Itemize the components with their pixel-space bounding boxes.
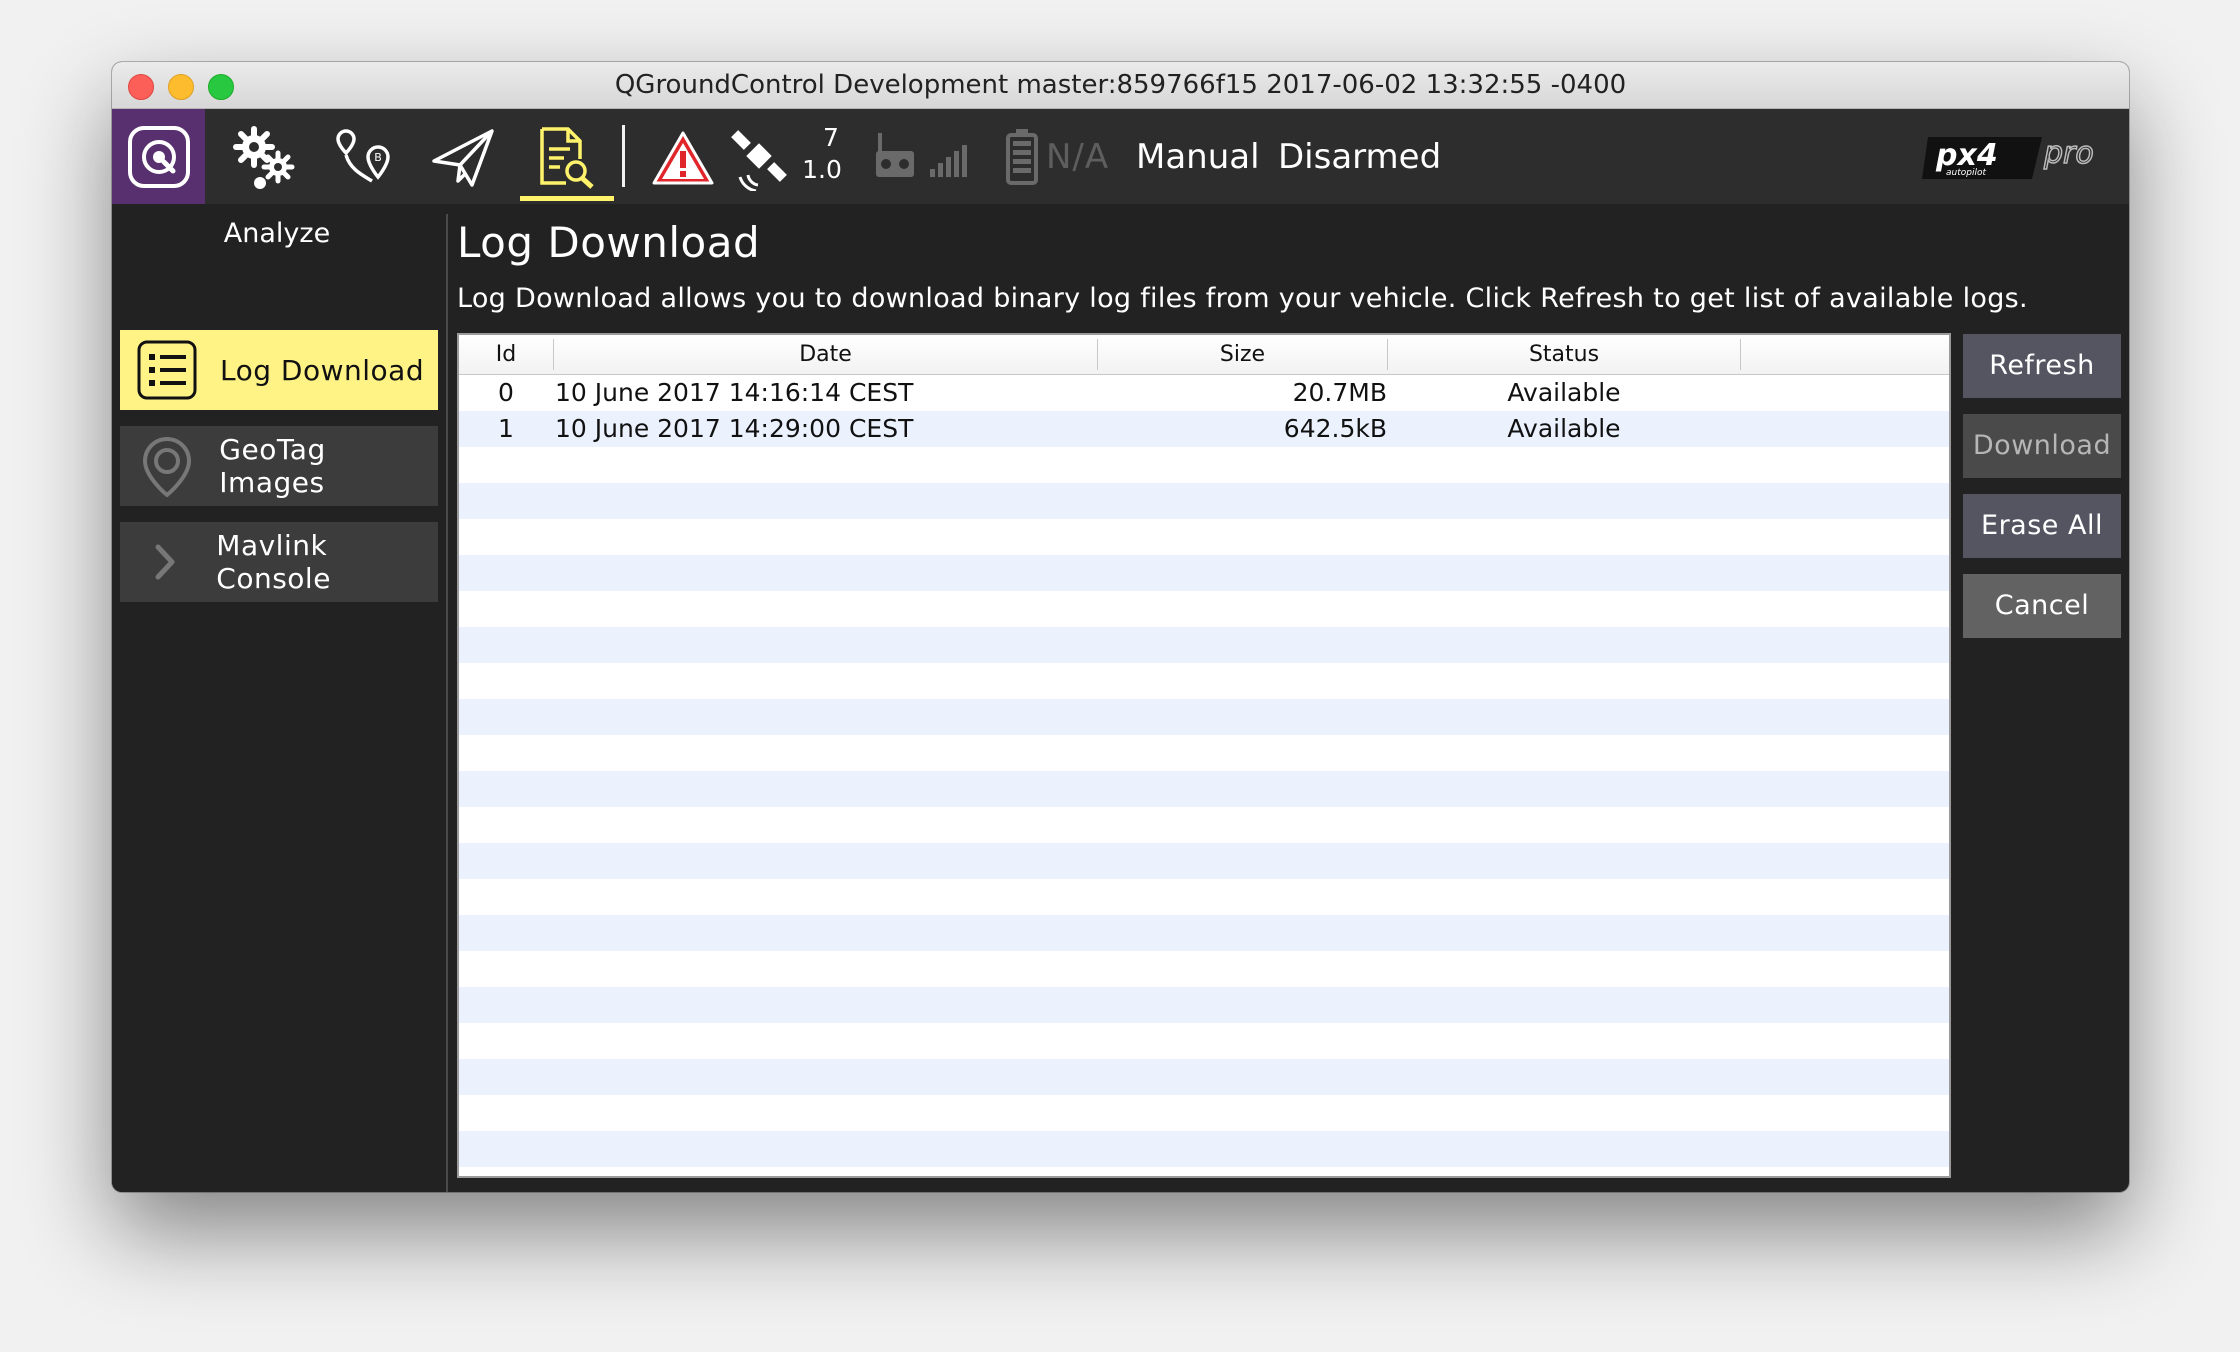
page-description: Log Download allows you to download bina… [457, 283, 2028, 314]
main-toolbar: B 7 1.0 N/A Manual Disarmed px4 autopilo… [112, 109, 2129, 204]
log-table[interactable]: Id Date Size Status 0 10 June 2017 14:16… [457, 333, 1951, 1178]
window-title: QGroundControl Development master:859766… [614, 70, 1627, 100]
plan-route-icon[interactable]: B [332, 125, 398, 191]
settings-gears-icon[interactable] [232, 125, 298, 191]
sidebar-item-label: Mavlink Console [216, 529, 331, 595]
chevron-right-icon [155, 544, 175, 580]
download-button[interactable]: Download [1963, 414, 2121, 478]
gps-satellite-icon[interactable] [728, 125, 794, 191]
page-title: Log Download [457, 218, 761, 267]
list-icon [137, 340, 197, 400]
column-header-size[interactable]: Size [1098, 335, 1387, 374]
cell-date: 10 June 2017 14:29:00 CEST [555, 414, 914, 443]
active-view-indicator [520, 196, 614, 201]
sidebar-item-mavlink-console[interactable]: Mavlink Console [120, 522, 438, 602]
cancel-button[interactable]: Cancel [1963, 574, 2121, 638]
toolbar-separator [622, 125, 625, 187]
armed-state-toggle[interactable]: Disarmed [1278, 137, 1441, 177]
table-row[interactable]: 1 10 June 2017 14:29:00 CEST 642.5kB Ava… [459, 411, 1949, 447]
px4-pro-logo-icon: px4 autopilot pro [1922, 135, 2094, 179]
map-pin-icon [142, 436, 191, 497]
app-window: QGroundControl Development master:859766… [112, 62, 2129, 1192]
cell-date: 10 June 2017 14:16:14 CEST [555, 378, 914, 407]
cell-id: 1 [498, 414, 514, 443]
svg-text:pro: pro [2043, 136, 2094, 171]
column-header-status[interactable]: Status [1388, 335, 1740, 374]
cell-size: 642.5kB [1283, 414, 1387, 443]
qgc-logo-icon [127, 125, 190, 188]
sidebar-item-geotag-images[interactable]: GeoTag Images [120, 426, 438, 506]
table-header: Id Date Size Status [459, 335, 1949, 375]
table-rows-background [459, 375, 1949, 1176]
panel-divider [446, 214, 448, 1192]
analyze-document-icon[interactable] [532, 125, 598, 191]
analyze-sidebar: Analyze Log Download GeoTag Images Mavli… [112, 204, 442, 1192]
gps-satellite-count: 7 [823, 123, 839, 152]
fly-paper-plane-icon[interactable] [430, 125, 496, 191]
cell-status: Available [1507, 414, 1621, 443]
column-divider [1740, 339, 1741, 370]
flight-mode-selector[interactable]: Manual [1136, 137, 1260, 177]
svg-text:autopilot: autopilot [1946, 168, 1986, 178]
warning-icon[interactable] [650, 125, 716, 191]
column-header-date[interactable]: Date [554, 335, 1097, 374]
battery-status: N/A [1046, 137, 1110, 177]
cell-size: 20.7MB [1292, 378, 1387, 407]
cell-status: Available [1507, 378, 1621, 407]
sidebar-item-label: GeoTag Images [219, 433, 326, 499]
gps-hdop-value: 1.0 [802, 155, 842, 184]
refresh-button[interactable]: Refresh [1963, 334, 2121, 398]
sidebar-item-log-download[interactable]: Log Download [120, 330, 438, 410]
title-bar: QGroundControl Development master:859766… [112, 62, 2129, 109]
cell-id: 0 [498, 378, 514, 407]
column-header-id[interactable]: Id [459, 335, 553, 374]
svg-text:B: B [374, 151, 382, 164]
sidebar-item-label: Log Download [220, 353, 425, 387]
signal-bars-icon [930, 145, 967, 177]
sidebar-title: Analyze [223, 218, 331, 249]
qgc-logo-button[interactable] [112, 109, 205, 204]
erase-all-button[interactable]: Erase All [1963, 494, 2121, 558]
table-row[interactable]: 0 10 June 2017 14:16:14 CEST 20.7MB Avai… [459, 375, 1949, 411]
